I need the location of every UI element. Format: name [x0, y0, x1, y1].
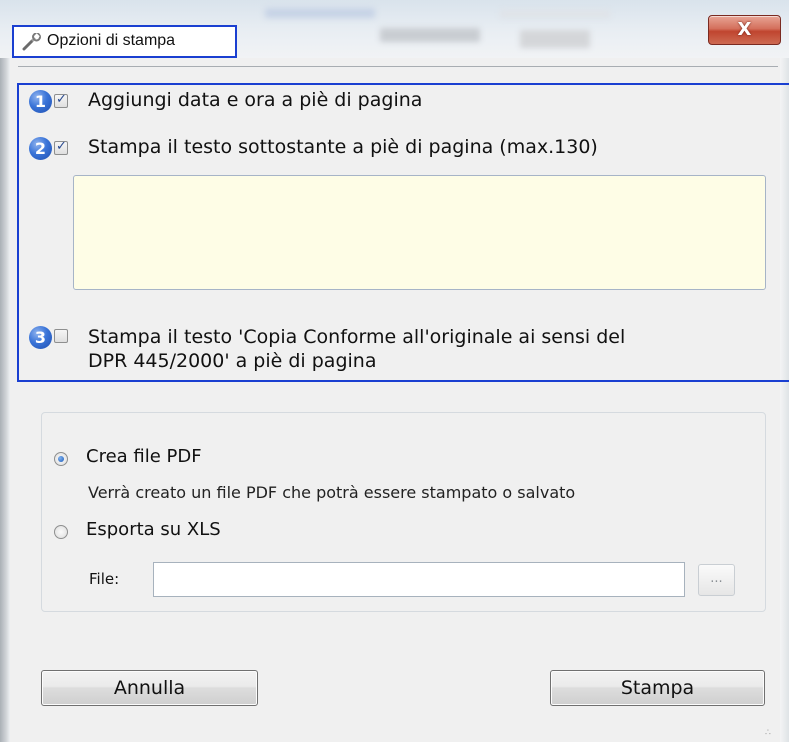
- divider: [18, 66, 778, 67]
- file-label: File:: [89, 570, 120, 588]
- export-xls-radio[interactable]: [54, 525, 68, 539]
- create-pdf-description: Verrà creato un file PDF che potrà esser…: [88, 483, 576, 502]
- add-datetime-checkbox[interactable]: [54, 92, 68, 108]
- footer-text-input[interactable]: [73, 175, 766, 290]
- print-button[interactable]: Stampa: [550, 670, 765, 706]
- cancel-button[interactable]: Annulla: [41, 670, 258, 706]
- wrench-icon: [22, 33, 41, 51]
- resize-grip-icon[interactable]: ∴: [765, 728, 771, 738]
- background-blur: [500, 10, 610, 18]
- copia-conforme-label-line2[interactable]: DPR 445/2000' a piè di pagina: [88, 350, 376, 372]
- create-pdf-label[interactable]: Crea file PDF: [86, 446, 202, 467]
- print-footer-text-label[interactable]: Stampa il testo sottostante a piè di pag…: [88, 136, 598, 158]
- step-badge-3: 3: [29, 326, 52, 349]
- create-pdf-radio[interactable]: [54, 452, 68, 466]
- copia-conforme-checkbox[interactable]: [54, 329, 68, 343]
- background-window-edge: [0, 58, 10, 742]
- background-blur: [520, 30, 590, 48]
- print-footer-text-checkbox[interactable]: [54, 139, 68, 155]
- browse-button[interactable]: ...: [698, 564, 735, 596]
- export-xls-label[interactable]: Esporta su XLS: [86, 519, 221, 540]
- step-badge-1: 1: [29, 90, 52, 113]
- file-path-input[interactable]: [153, 562, 685, 597]
- close-button[interactable]: X: [708, 15, 781, 45]
- dialog-title-text: Opzioni di stampa: [47, 32, 176, 49]
- dialog-title: Opzioni di stampa: [12, 25, 237, 58]
- copia-conforme-label[interactable]: Stampa il testo 'Copia Conforme all'orig…: [88, 326, 625, 348]
- background-blur: [265, 8, 375, 18]
- step-badge-2: 2: [29, 137, 52, 160]
- add-datetime-label[interactable]: Aggiungi data e ora a piè di pagina: [88, 89, 422, 111]
- background-blur: [380, 28, 480, 42]
